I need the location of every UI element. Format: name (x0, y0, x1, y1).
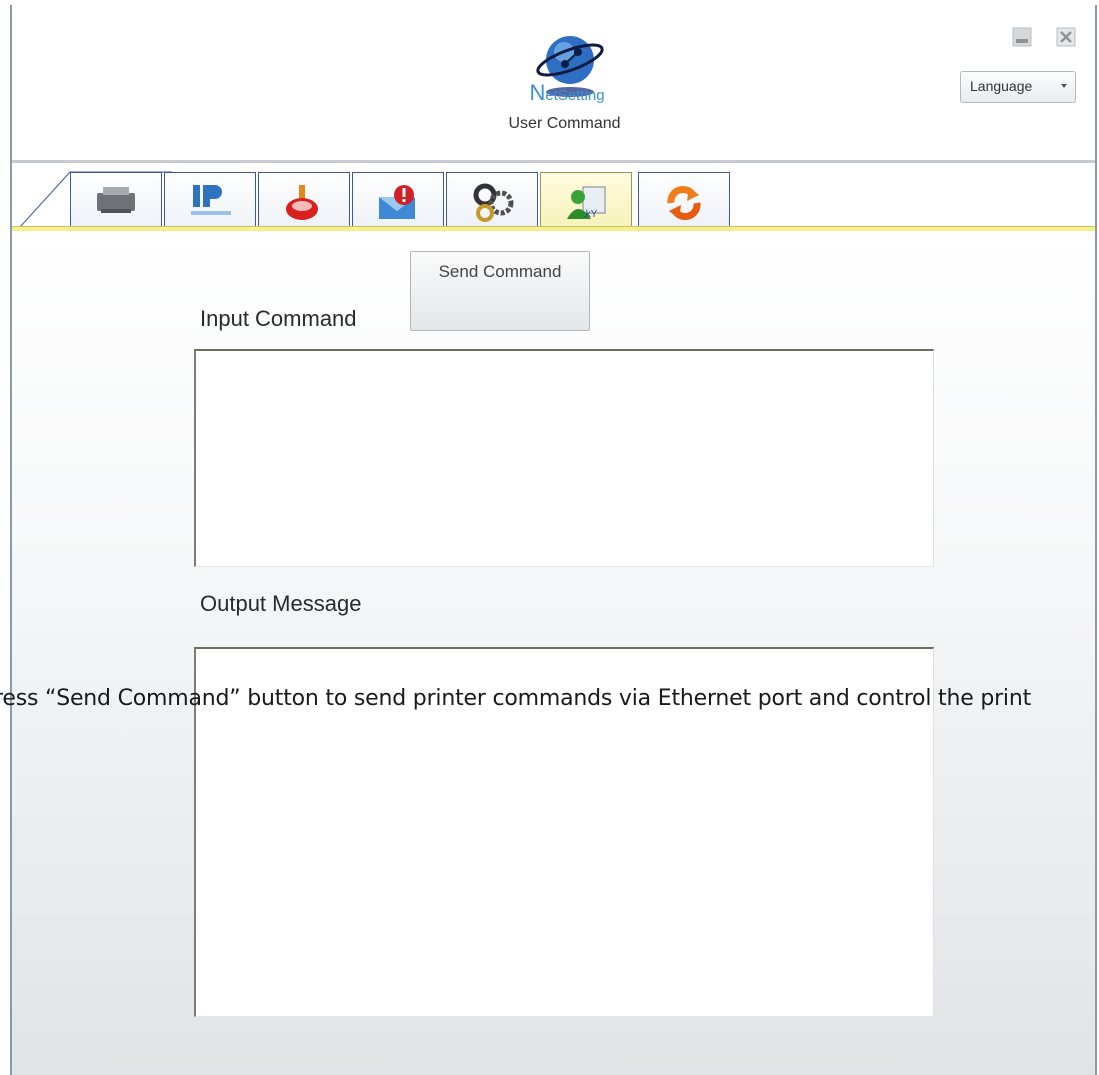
tab-refresh[interactable] (638, 172, 730, 227)
tab-user-command[interactable]: .kY (540, 172, 632, 230)
alert-bell-icon (286, 185, 318, 220)
language-dropdown[interactable]: Language (960, 71, 1076, 103)
send-command-label: Send Command (438, 262, 562, 281)
user-command-icon: .kY (567, 186, 606, 220)
svg-text:.kY: .kY (583, 209, 598, 220)
page-subtitle: User Command (508, 115, 621, 132)
chevron-down-icon (1061, 84, 1067, 88)
netsetting-window: NetSetting User Command Language .kY Sen… (10, 5, 1097, 1075)
tab-settings[interactable] (446, 172, 538, 227)
input-command-label: Input Command (200, 306, 357, 331)
tab-email-alert[interactable] (352, 172, 444, 227)
language-label: Language (970, 78, 1033, 94)
input-command-field[interactable] (194, 349, 934, 567)
header: NetSetting User Command Language (12, 5, 1095, 163)
close-icon[interactable] (1056, 27, 1076, 47)
gear-settings-icon (473, 183, 514, 222)
tab-alert[interactable] (258, 172, 350, 227)
logo-initial: N (529, 80, 546, 105)
printer-icon (97, 187, 135, 213)
refresh-icon (667, 186, 701, 220)
ip-network-icon (191, 185, 231, 215)
send-command-button[interactable]: Send Command (410, 251, 590, 331)
user-command-panel: Send Command Input Command Output Messag… (12, 231, 1095, 1075)
output-message-label: Output Message (200, 591, 362, 616)
tab-printer[interactable] (70, 172, 162, 227)
instruction-caption: ress “Send Command” button to send print… (0, 686, 1032, 711)
logo-rest: etSetting (545, 87, 605, 104)
tab-ip-network[interactable] (164, 172, 256, 227)
email-alert-icon (379, 185, 415, 219)
logo-text: NetSetting (517, 80, 617, 106)
minimize-icon[interactable] (1012, 27, 1032, 47)
